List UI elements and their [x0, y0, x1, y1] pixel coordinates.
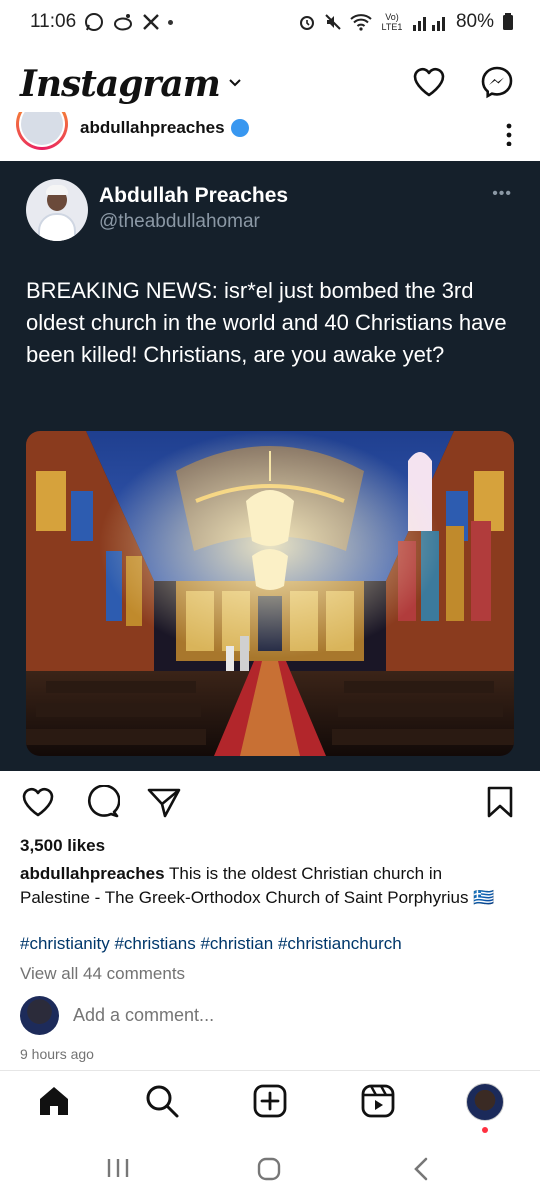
view-all-comments-link[interactable]: View all 44 comments — [20, 964, 185, 984]
heart-icon[interactable] — [412, 66, 446, 103]
tweet-author-handle: @theabdullahomar — [99, 211, 260, 232]
signal-icon — [412, 13, 448, 31]
post-media[interactable]: Abdullah Preaches @theabdullahomar ••• B… — [0, 161, 540, 771]
reddit-icon — [112, 13, 134, 31]
author-avatar[interactable] — [16, 112, 68, 150]
reels-icon[interactable] — [360, 1083, 396, 1124]
back-icon[interactable] — [410, 1156, 434, 1187]
post-timestamp: 9 hours ago — [20, 1046, 94, 1062]
system-navigation — [0, 1140, 540, 1200]
create-icon[interactable] — [252, 1083, 288, 1124]
search-icon[interactable] — [144, 1083, 180, 1124]
profile-avatar[interactable] — [466, 1083, 504, 1121]
tweet-avatar — [26, 179, 88, 241]
notification-dot-icon — [168, 19, 174, 25]
status-time: 11:06 — [30, 11, 77, 32]
whatsapp-icon — [84, 12, 104, 32]
like-count[interactable]: 3,500 likes — [20, 836, 105, 856]
home-icon[interactable] — [36, 1083, 72, 1124]
status-bar: 11:06 Vo) LTE1 80% — [0, 0, 540, 44]
network-label: Vo) LTE1 — [381, 12, 403, 32]
post-username[interactable]: abdullahpreaches — [80, 118, 225, 138]
profile-notification-dot — [482, 1127, 488, 1133]
home-circle-icon[interactable] — [256, 1156, 282, 1187]
bottom-navigation — [0, 1070, 540, 1140]
post-header: abdullahpreaches — [0, 112, 540, 160]
caption-username[interactable]: abdullahpreaches — [20, 864, 165, 883]
account-switcher[interactable]: Instagram — [20, 63, 244, 105]
x-icon — [142, 13, 160, 31]
post-actions — [0, 784, 540, 825]
chevron-down-icon[interactable] — [226, 73, 244, 96]
alarm-icon — [298, 13, 316, 31]
profile-tab[interactable] — [466, 1083, 504, 1121]
battery-icon — [502, 13, 514, 31]
verified-badge-icon — [230, 119, 249, 137]
recents-icon[interactable] — [104, 1156, 132, 1185]
mute-icon — [324, 13, 342, 31]
current-user-avatar — [20, 996, 59, 1035]
comment-input[interactable] — [73, 1005, 305, 1026]
battery-percent: 80% — [455, 11, 494, 32]
tweet-more-icon: ••• — [492, 185, 512, 202]
messenger-icon[interactable] — [480, 65, 514, 104]
more-options-icon[interactable] — [506, 116, 512, 151]
tweet-author-name: Abdullah Preaches — [99, 184, 289, 207]
instagram-logo: Instagram — [20, 63, 221, 105]
post-caption: abdullahpreaches This is the oldest Chri… — [20, 862, 510, 910]
share-icon[interactable] — [146, 785, 182, 824]
comment-icon[interactable] — [84, 784, 121, 824]
bookmark-icon[interactable] — [484, 785, 516, 824]
add-comment-row — [20, 996, 305, 1035]
hashtags[interactable]: #christianity #christians #christian #ch… — [20, 934, 402, 954]
church-interior-image — [26, 431, 514, 756]
tweet-text: BREAKING NEWS: isr*el just bombed the 3r… — [26, 278, 507, 367]
wifi-icon — [350, 13, 372, 31]
like-heart-icon[interactable] — [20, 785, 56, 824]
